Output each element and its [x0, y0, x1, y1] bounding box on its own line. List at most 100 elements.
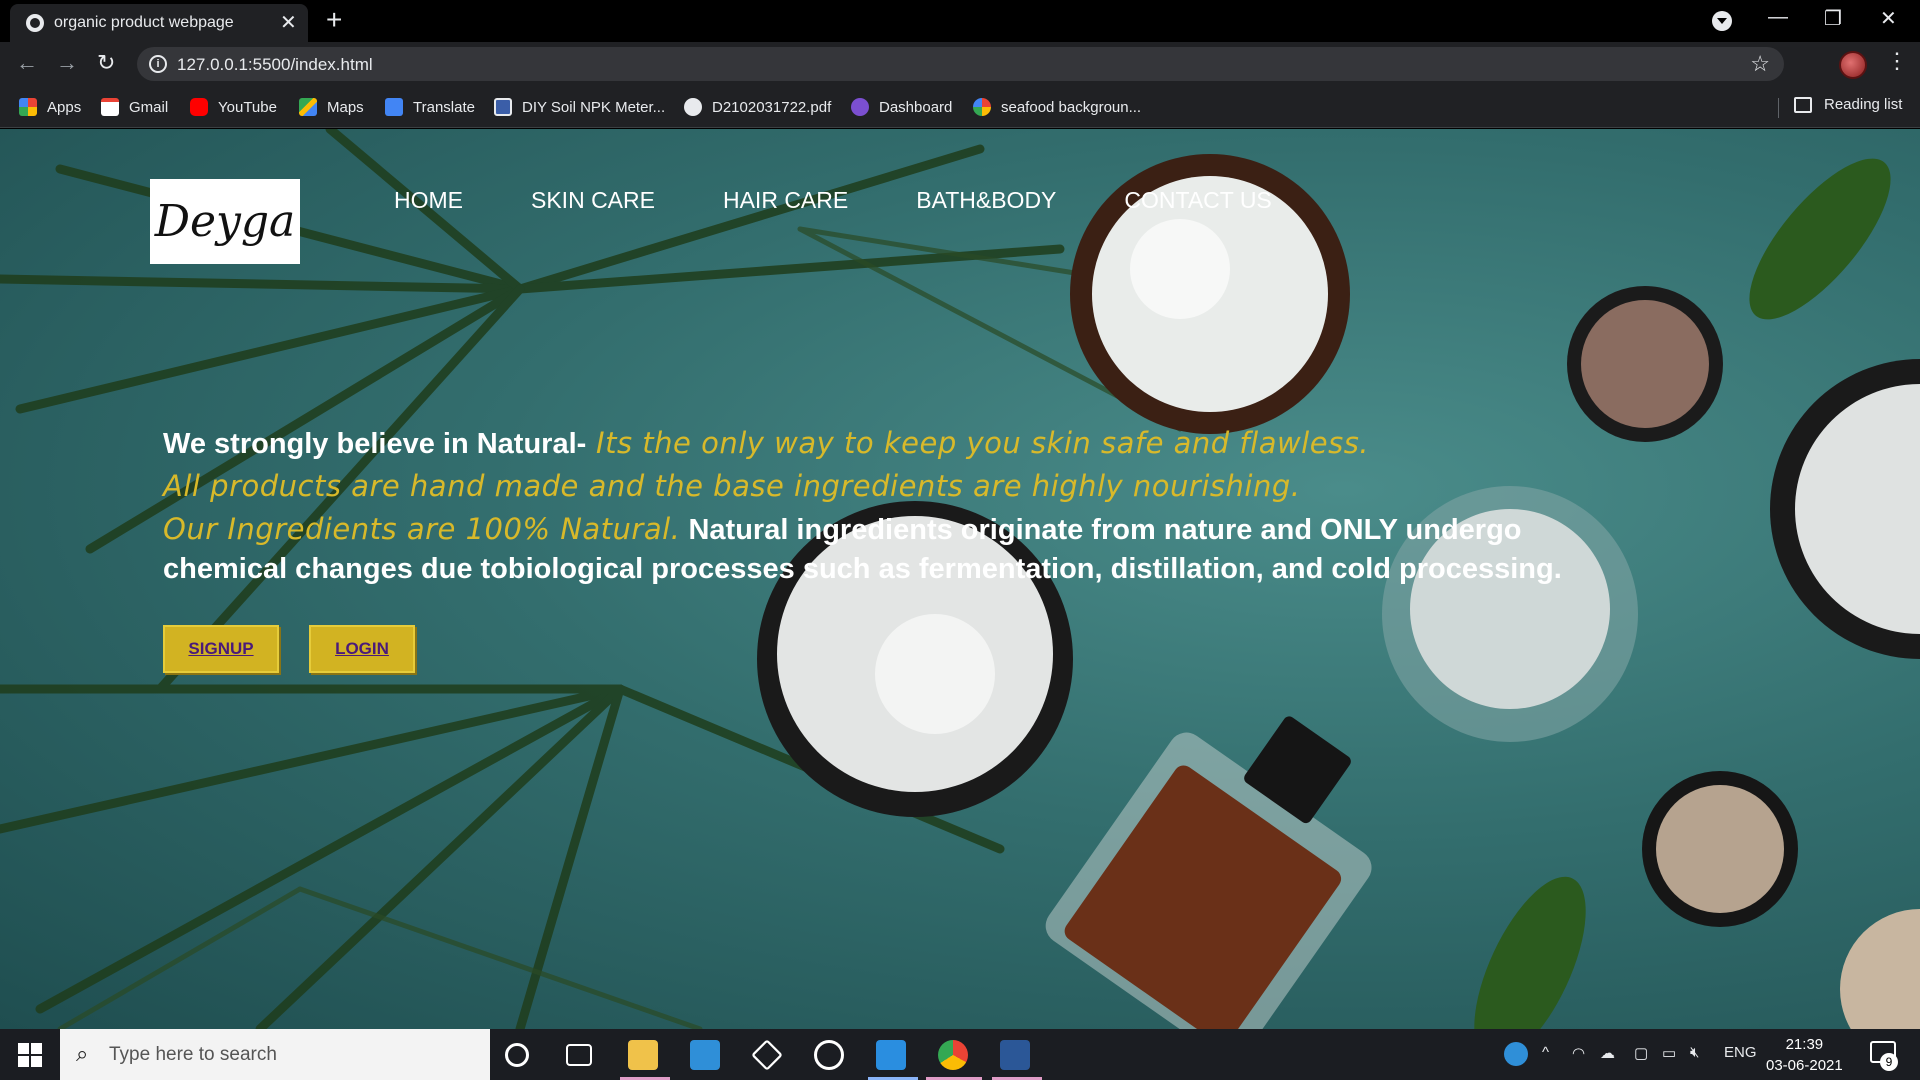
- hero-bold-text: chemical changes due tobiological proces…: [163, 553, 1562, 585]
- brand-logo[interactable]: Deyga: [150, 179, 300, 264]
- bookmark-diy-soil[interactable]: DIY Soil NPK Meter...: [494, 96, 665, 118]
- hero-line-3: Our Ingredients are 100% Natural. Natura…: [163, 508, 1843, 551]
- maps-icon: [299, 98, 317, 116]
- language-indicator[interactable]: ENG: [1724, 1044, 1757, 1061]
- bookmark-apps[interactable]: Apps: [19, 96, 81, 118]
- apps-grid-icon: [19, 98, 37, 116]
- bookmark-label: Maps: [327, 98, 364, 116]
- page-viewport: Deyga HOME SKIN CARE HAIR CARE BATH&BODY…: [0, 129, 1920, 1029]
- menu-kebab-icon[interactable]: ⋮: [1886, 48, 1908, 74]
- bookmark-star-icon[interactable]: ☆: [1750, 51, 1770, 77]
- signup-button[interactable]: SIGNUP: [163, 625, 279, 673]
- forward-button[interactable]: →: [56, 50, 78, 76]
- bookmark-pdf[interactable]: D2102031722.pdf: [684, 96, 831, 118]
- bookmark-label: Apps: [47, 98, 82, 116]
- bookmark-translate[interactable]: Translate: [385, 96, 475, 118]
- bookmark-label: seafood backgroun...: [1001, 98, 1142, 116]
- bookmark-gmail[interactable]: Gmail: [101, 96, 168, 118]
- mail-icon[interactable]: [690, 1040, 720, 1070]
- reload-button[interactable]: ↻: [97, 50, 115, 76]
- taskbar-search-box[interactable]: ⌕ Type here to search: [60, 1029, 490, 1080]
- onedrive-icon[interactable]: ☁: [1600, 1044, 1615, 1062]
- logo-wordmark: Deyga: [154, 196, 296, 247]
- nav-hair-care[interactable]: HAIR CARE: [723, 187, 848, 214]
- windows-taskbar: ⌕ Type here to search ^ ◠ ☁ ▢ ▭ 🔇︎ ENG 2…: [0, 1029, 1920, 1080]
- system-clock[interactable]: 21:39 03-06-2021: [1766, 1034, 1843, 1076]
- translate-icon: [385, 98, 403, 116]
- address-bar[interactable]: i 127.0.0.1:5500/index.html ☆: [137, 47, 1784, 81]
- nav-contact-us[interactable]: CONTACT US: [1124, 187, 1271, 214]
- globe-icon: [684, 98, 702, 116]
- close-window-button[interactable]: ✕: [1880, 6, 1897, 31]
- hero-accent-text: Its the only way to keep you skin safe a…: [586, 426, 1370, 460]
- clock-time: 21:39: [1785, 1036, 1824, 1053]
- tab-strip: organic product webpage ✕ + — ❐ ✕: [0, 0, 1920, 42]
- github-desktop-icon[interactable]: [814, 1040, 844, 1070]
- google-icon: [973, 98, 991, 116]
- tab-close-icon[interactable]: ✕: [280, 10, 297, 35]
- site-info-icon[interactable]: i: [149, 55, 167, 73]
- chevron-up-icon[interactable]: ^: [1542, 1044, 1549, 1061]
- bookmark-youtube[interactable]: YouTube: [190, 96, 277, 118]
- bookmarks-divider: [1778, 98, 1779, 118]
- hero-accent-text: All products are hand made and the base …: [163, 469, 1301, 503]
- file-explorer-icon[interactable]: [628, 1040, 658, 1070]
- tab-active[interactable]: organic product webpage ✕: [10, 4, 308, 42]
- page-icon: [494, 98, 512, 116]
- wifi-icon[interactable]: ◠: [1572, 1044, 1585, 1062]
- volume-muted-icon[interactable]: 🔇︎: [1690, 1044, 1699, 1061]
- clock-date: 03-06-2021: [1766, 1057, 1843, 1074]
- bookmark-label: Translate: [413, 98, 475, 116]
- youtube-icon: [190, 98, 208, 116]
- dashboard-icon: [851, 98, 869, 116]
- tab-title: organic product webpage: [54, 14, 234, 31]
- hero-line-2: All products are hand made and the base …: [163, 465, 1843, 508]
- task-view-icon[interactable]: [566, 1044, 592, 1066]
- nav-bath-body[interactable]: BATH&BODY: [916, 187, 1056, 214]
- gmail-icon: [101, 98, 119, 116]
- bookmark-label: DIY Soil NPK Meter...: [522, 98, 666, 116]
- main-nav: HOME SKIN CARE HAIR CARE BATH&BODY CONTA…: [394, 187, 1340, 214]
- help-icon[interactable]: [1504, 1042, 1528, 1066]
- hero-line-4: chemical changes due tobiological proces…: [163, 551, 1843, 587]
- search-placeholder: Type here to search: [109, 1044, 277, 1065]
- reading-list-label: Reading list: [1824, 96, 1903, 113]
- back-button[interactable]: ←: [16, 50, 38, 76]
- bookmark-seafood[interactable]: seafood backgroun...: [973, 96, 1141, 118]
- login-button[interactable]: LOGIN: [309, 625, 415, 673]
- notification-count-badge: 9: [1880, 1053, 1898, 1071]
- profile-avatar[interactable]: [1839, 51, 1867, 79]
- meet-icon[interactable]: ▢: [1634, 1044, 1648, 1062]
- hero-accent-text: Our Ingredients are 100% Natural.: [163, 512, 681, 546]
- word-icon[interactable]: [1000, 1040, 1030, 1070]
- windows-start-icon[interactable]: [18, 1043, 42, 1067]
- vscode-icon[interactable]: [876, 1040, 906, 1070]
- restore-button[interactable]: ❐: [1824, 6, 1842, 31]
- minimize-button[interactable]: —: [1768, 6, 1788, 29]
- bookmarks-bar: Apps Gmail YouTube Maps Translate DIY So…: [0, 86, 1920, 128]
- battery-icon[interactable]: ▭: [1662, 1044, 1676, 1062]
- new-tab-button[interactable]: +: [326, 4, 342, 36]
- dropbox-icon[interactable]: [751, 1039, 783, 1071]
- browser-toolbar: ← → ↻ i 127.0.0.1:5500/index.html ☆ ⋮: [0, 42, 1920, 86]
- hero-text: We strongly believe in Natural- Its the …: [163, 422, 1843, 587]
- bookmark-label: YouTube: [218, 98, 277, 116]
- nav-skin-care[interactable]: SKIN CARE: [531, 187, 655, 214]
- bookmark-dashboard[interactable]: Dashboard: [851, 96, 952, 118]
- hero-line-1: We strongly believe in Natural- Its the …: [163, 422, 1843, 465]
- bookmark-maps[interactable]: Maps: [299, 96, 364, 118]
- bookmark-label: Gmail: [129, 98, 169, 116]
- reading-list-button[interactable]: Reading list: [1794, 96, 1902, 113]
- chrome-icon[interactable]: [938, 1040, 968, 1070]
- bookmark-label: D2102031722.pdf: [712, 98, 832, 116]
- globe-icon: [26, 14, 44, 32]
- bookmark-label: Dashboard: [879, 98, 953, 116]
- cortana-icon[interactable]: [505, 1043, 529, 1067]
- tab-search-icon[interactable]: [1712, 11, 1732, 31]
- url-text: 127.0.0.1:5500/index.html: [177, 55, 373, 74]
- reading-list-icon: [1794, 96, 1812, 113]
- search-icon: ⌕: [76, 1041, 89, 1066]
- hero-bold-text: Natural ingredients originate from natur…: [680, 514, 1522, 546]
- hero-bold-text: We strongly believe in Natural-: [163, 428, 587, 460]
- nav-home[interactable]: HOME: [394, 187, 463, 214]
